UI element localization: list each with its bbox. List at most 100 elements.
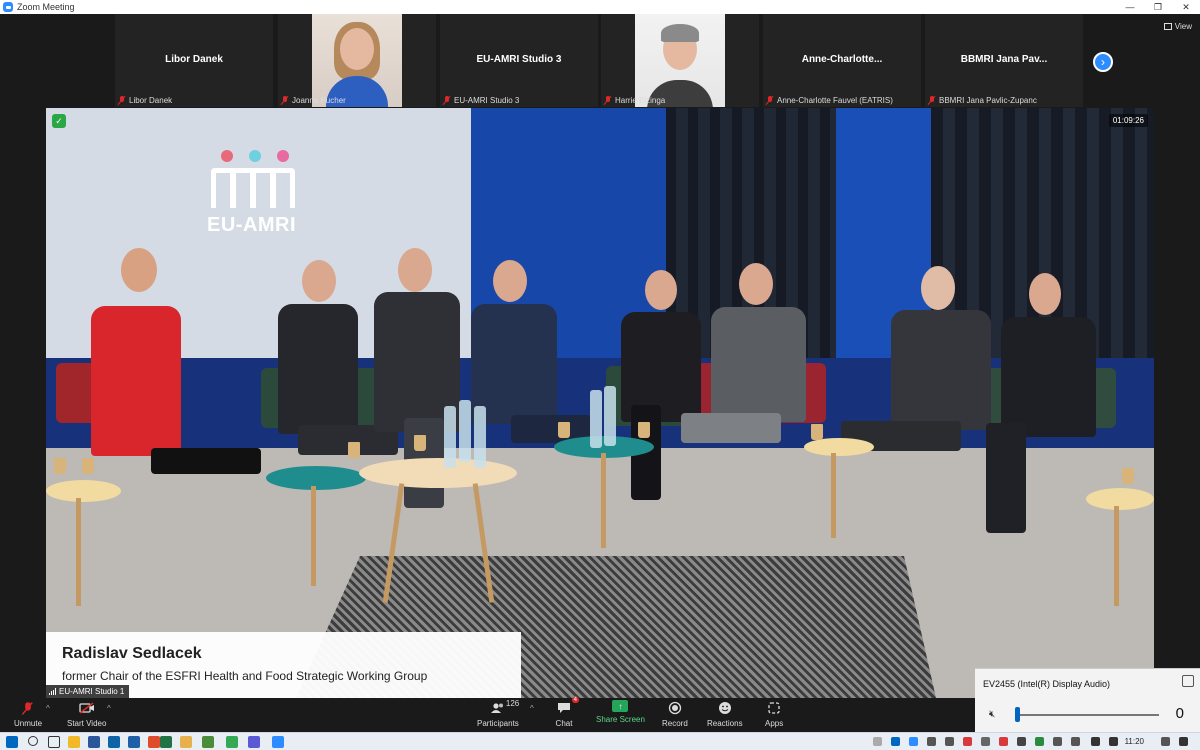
windows-taskbar: 11:20 <box>0 732 1200 750</box>
video-options-caret-icon[interactable]: ^ <box>107 704 111 713</box>
share-screen-button[interactable]: ↑ Share Screen <box>596 700 645 724</box>
tray-icon[interactable] <box>1053 737 1062 746</box>
minimize-button[interactable]: — <box>1116 0 1144 14</box>
video-off-glyph <box>79 702 94 714</box>
tray-icon[interactable] <box>963 737 972 746</box>
volume-icon[interactable] <box>1109 737 1118 746</box>
clock[interactable]: 11:20 <box>1125 737 1144 746</box>
participants-button[interactable]: 126 Participants <box>477 699 520 728</box>
folder-icon[interactable] <box>180 736 192 748</box>
side-table <box>1086 488 1154 510</box>
signal-bar <box>51 691 52 695</box>
edge-icon[interactable] <box>108 736 120 748</box>
water-bottle <box>459 400 471 462</box>
side-table <box>46 480 121 502</box>
mic-muted-icon <box>19 700 37 716</box>
word-icon[interactable] <box>88 736 100 748</box>
chat-button[interactable]: 4 Chat <box>555 697 579 728</box>
chat-label: Chat <box>555 719 573 728</box>
outlook-icon[interactable] <box>128 736 140 748</box>
mic-muted-icon <box>281 96 289 105</box>
participants-count: 126 <box>505 699 520 708</box>
participant-tile[interactable]: Libor Danek Libor Danek <box>115 14 273 107</box>
body-shape <box>278 304 358 434</box>
next-page-arrow-icon[interactable]: › <box>1093 52 1113 72</box>
record-button[interactable]: Record <box>662 700 688 728</box>
participant-tile[interactable]: BBMRI Jana Pav... BBMRI Jana Pavlic-Zupa… <box>925 14 1083 107</box>
legs-shape <box>986 423 1026 533</box>
head-shape <box>302 260 336 302</box>
search-icon[interactable] <box>28 736 38 746</box>
volume-slider-track[interactable] <box>1017 714 1159 716</box>
participant-tile[interactable]: Anne-Charlotte... Anne-Charlotte Fauvel … <box>763 14 921 107</box>
volume-slider-thumb[interactable] <box>1015 707 1020 722</box>
record-icon <box>666 700 684 716</box>
start-video-button[interactable]: Start Video <box>67 700 106 728</box>
head-shape <box>340 28 374 70</box>
tray-icon[interactable] <box>927 737 936 746</box>
excel-icon[interactable] <box>160 736 172 748</box>
participant-tile[interactable]: EU-AMRI Studio 3 EU-AMRI Studio 3 <box>440 14 598 107</box>
zoom-meeting-window: Zoom Meeting — ❐ ✕ Libor Danek Libor Dan… <box>0 0 1200 750</box>
apps-label: Apps <box>765 719 784 728</box>
signal-bar <box>49 693 50 695</box>
view-button[interactable]: View <box>1163 22 1192 31</box>
teams-icon[interactable] <box>248 736 260 748</box>
body-shape <box>891 310 991 430</box>
logo-dot <box>221 150 233 162</box>
table-leg <box>76 498 81 606</box>
app-icon[interactable] <box>202 736 214 748</box>
cup <box>54 458 66 474</box>
main-video[interactable]: EU-AMRI ✓ 01:09:26 Radislav Sedlacek for… <box>46 108 1154 698</box>
side-table <box>804 438 874 456</box>
app-icon[interactable] <box>226 736 238 748</box>
view-label: View <box>1174 22 1192 31</box>
speaker-muted-icon[interactable]: 🔇︎ <box>989 709 995 720</box>
close-button[interactable]: ✕ <box>1172 0 1200 14</box>
cup <box>414 435 426 451</box>
tray-icon[interactable] <box>891 737 900 746</box>
speaker-name: Radislav Sedlacek <box>62 645 202 662</box>
mic-muted-icon <box>766 96 774 105</box>
logo-dots <box>221 150 301 162</box>
window-title: Zoom Meeting <box>17 2 75 12</box>
legs-shape <box>151 448 261 474</box>
tray-icon[interactable] <box>999 737 1008 746</box>
tray-icon[interactable] <box>1017 737 1026 746</box>
participant-name: Harrie Elzinga <box>615 96 666 105</box>
start-icon[interactable] <box>6 736 18 748</box>
audio-options-caret-icon[interactable]: ^ <box>46 704 50 713</box>
device-switch-icon[interactable] <box>1182 675 1194 687</box>
chrome-icon[interactable] <box>148 736 160 748</box>
tray-icon[interactable] <box>1035 737 1044 746</box>
water-bottle <box>604 386 616 446</box>
participant-footer: Anne-Charlotte Fauvel (EATRIS) <box>766 96 893 105</box>
tray-icon[interactable] <box>981 737 990 746</box>
file-explorer-icon[interactable] <box>68 736 80 748</box>
maximize-button[interactable]: ❐ <box>1144 0 1172 14</box>
task-view-icon[interactable] <box>48 736 60 748</box>
participant-video <box>312 14 402 107</box>
notifications-icon[interactable] <box>1179 737 1188 746</box>
mic-muted-icon <box>604 96 612 105</box>
tray-icon[interactable] <box>1161 737 1170 746</box>
tray-icon[interactable] <box>909 737 918 746</box>
participant-tile[interactable]: Harrie Elzinga <box>601 14 759 107</box>
tray-icon[interactable] <box>873 737 882 746</box>
tray-icon[interactable] <box>1071 737 1080 746</box>
participant-name: Anne-Charlotte Fauvel (EATRIS) <box>777 96 893 105</box>
tray-icon[interactable] <box>945 737 954 746</box>
zoom-icon[interactable] <box>272 736 284 748</box>
head-shape <box>121 248 157 292</box>
audio-device-name: EV2455 (Intel(R) Display Audio) <box>983 679 1111 689</box>
participants-options-caret-icon[interactable]: ^ <box>530 704 534 713</box>
security-shield-icon[interactable]: ✓ <box>52 114 66 128</box>
participant-tile[interactable]: Joanna Pucher <box>278 14 436 107</box>
reactions-button[interactable]: Reactions <box>707 700 743 728</box>
unmute-button[interactable]: Unmute <box>14 700 42 728</box>
record-label: Record <box>662 719 688 728</box>
apps-button[interactable]: Apps <box>765 700 783 728</box>
participant-footer: Harrie Elzinga <box>604 96 665 105</box>
network-icon[interactable] <box>1091 737 1100 746</box>
table-leg <box>1114 506 1119 606</box>
